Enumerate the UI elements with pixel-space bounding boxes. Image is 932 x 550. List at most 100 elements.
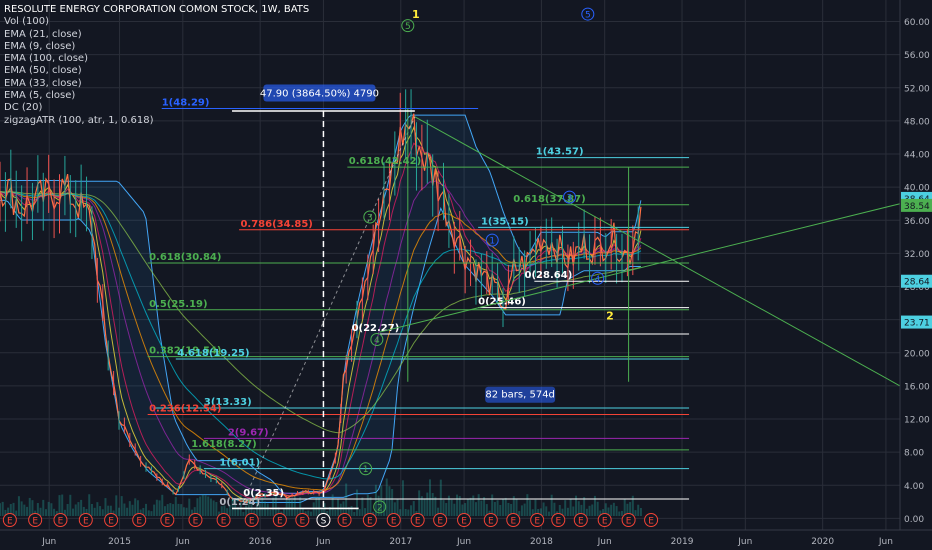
volume-bar [418,490,421,516]
volume-bar [639,507,642,516]
earnings-marker-label: E [300,517,306,527]
volume-bar [507,502,510,516]
volume-bar [0,503,1,516]
wave-label: 2 [606,310,614,323]
fib-level-label: 0.236(12.54) [149,404,221,415]
indicator-label[interactable]: zigzagATR (100, atr, 1, 0.618) [4,115,309,127]
volume-bar [480,500,483,516]
fib-level-label: 0(28.64) [525,270,573,281]
volume-bar [39,507,42,516]
wave-circle-label: 1 [363,465,369,475]
volume-bar [150,511,153,516]
fib-level-label: 0.618(30.84) [149,252,221,263]
earnings-marker-label: E [58,517,64,527]
volume-bar [620,510,623,516]
volume-bar [366,494,369,516]
volume-bar [637,504,640,516]
volume-bar [474,502,477,516]
earnings-marker-label: E [602,517,608,527]
wave-circle-label: 4 [374,336,380,346]
earnings-marker-label: E [221,517,227,527]
volume-bar [477,494,480,516]
indicator-label[interactable]: EMA (50, close) [4,65,309,77]
volume-bar [153,504,156,516]
volume-bar [66,504,69,516]
y-tick-label: 12.00 [904,416,930,426]
volume-bar [453,503,456,516]
volume-bar [520,505,523,516]
indicator-label[interactable]: Vol (100) [4,16,309,28]
volume-bar [572,506,575,516]
x-tick-label: 2019 [671,537,694,547]
volume-bar [26,506,29,516]
indicator-label[interactable]: EMA (21, close) [4,29,309,41]
volume-bar [77,502,80,516]
volume-bar [99,506,102,516]
volume-bar [182,507,185,516]
volume-bar [445,503,448,516]
volume-bar [396,499,399,516]
volume-bar [345,483,348,516]
y-tick-label: 52.00 [904,84,930,94]
volume-bar [209,498,212,516]
wave-label: 1 [412,8,420,21]
volume-bar [20,501,23,516]
fib-level-label: 1(35.15) [481,216,529,227]
volume-bar [423,498,426,516]
indicator-label[interactable]: EMA (33, close) [4,78,309,90]
price-badge-label: 38.54 [904,202,930,212]
volume-bar [188,498,191,516]
volume-bar [155,499,158,516]
volume-bar [28,497,31,516]
volume-bar [309,511,312,516]
volume-bar [401,480,404,516]
volume-bar [466,499,469,516]
earnings-marker-label: E [555,517,561,527]
x-tick-label: 2017 [389,537,412,547]
volume-bar [17,496,20,516]
volume-bar [410,505,413,516]
volume-bar [88,494,91,516]
volume-bar [502,498,505,516]
indicator-label[interactable]: EMA (9, close) [4,41,309,53]
x-tick-label: Jun [878,537,893,547]
earnings-marker-label: E [367,517,373,527]
earnings-marker-label: E [7,517,13,527]
volume-bar [412,501,415,516]
volume-bar [50,503,53,516]
fib-level-label: 0.618(42.42) [349,156,421,167]
indicator-legend: RESOLUTE ENERGY CORPORATION COMON STOCK,… [4,4,309,127]
indicator-label[interactable]: EMA (5, close) [4,90,309,102]
volume-bar [199,496,202,516]
volume-bar [307,510,310,516]
volume-bar [58,495,61,516]
fib-level-label: 1.618(8.27) [191,439,256,450]
wave-circle-label: 5 [405,22,411,32]
volume-bar [623,498,626,516]
volume-bar [585,508,588,516]
volume-bar [618,511,621,516]
volume-bar [566,507,569,516]
volume-bar [272,497,275,516]
volume-bar [93,507,96,516]
earnings-marker-label: E [648,517,654,527]
volume-bar [131,504,134,516]
volume-bar [147,510,150,516]
volume-bar [361,497,364,516]
indicator-label[interactable]: EMA (100, close) [4,53,309,65]
volume-bar [496,500,499,516]
volume-bar [123,503,126,516]
volume-bar [117,507,120,516]
volume-bar [80,499,83,516]
volume-bar [72,508,75,516]
volume-bar [547,511,550,516]
indicator-label[interactable]: DC (20) [4,102,309,114]
volume-bar [185,507,188,516]
volume-bar [523,503,526,516]
x-tick-label: 2018 [530,537,553,547]
volume-bar [569,498,572,516]
x-tick-label: Jun [41,537,56,547]
fib-level-label: 0.786(34.85) [240,219,312,230]
volume-bar [385,478,388,516]
volume-bar [518,511,521,516]
